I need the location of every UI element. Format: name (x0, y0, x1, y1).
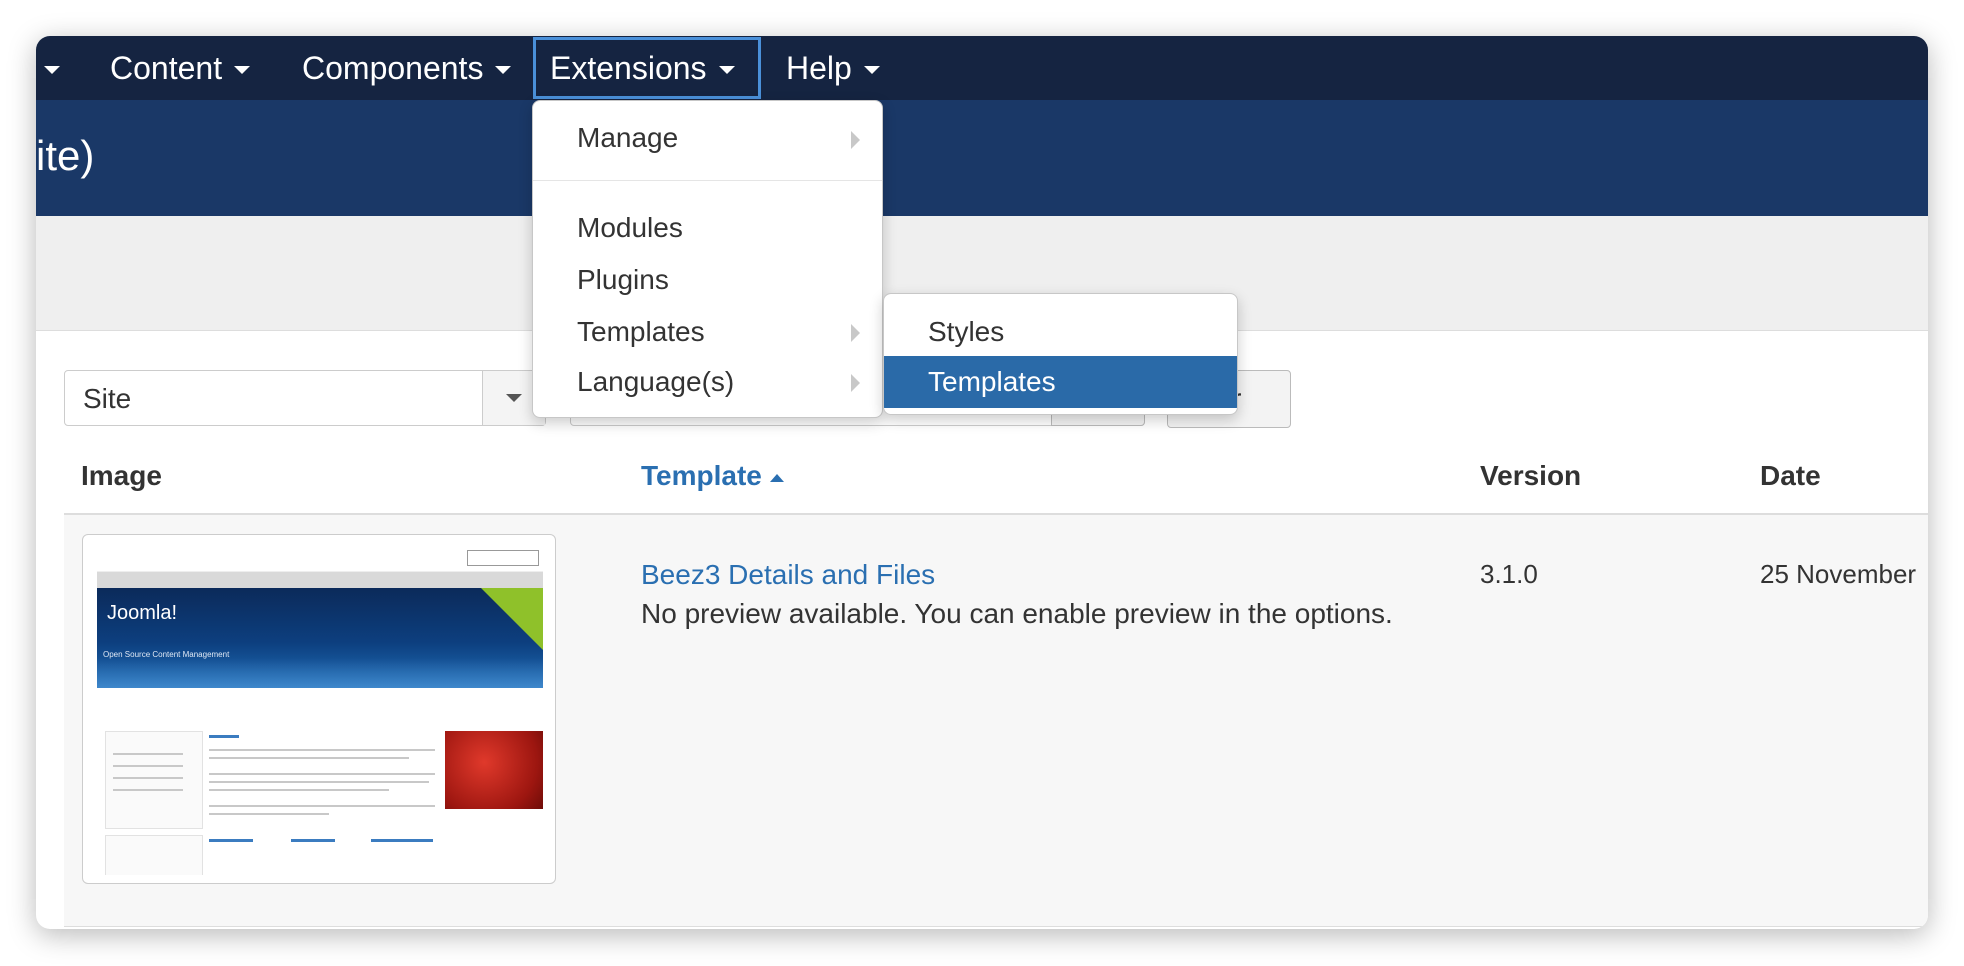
client-filter-select[interactable]: Site (64, 370, 546, 426)
column-header-version: Version (1480, 460, 1582, 491)
column-header-template-label: Template (641, 460, 762, 491)
submenu-item-templates[interactable]: Templates (884, 356, 1237, 408)
menu-item-label: Templates (577, 316, 705, 347)
top-navbar: Content Components Extensions Help (36, 36, 1928, 101)
column-header-image: Image (81, 460, 162, 491)
thumbnail-tagline: Open Source Content Management (103, 650, 230, 659)
column-header-template[interactable]: Template (641, 460, 784, 492)
template-date: 25 November (1760, 559, 1917, 589)
thumbnail-logo: Joomla! (107, 602, 178, 624)
nav-item-content[interactable]: Content (92, 36, 268, 100)
column-header-date: Date (1760, 460, 1821, 491)
chevron-right-icon (851, 131, 860, 149)
template-description: No preview available. You can enable pre… (641, 598, 1393, 629)
nav-item-help[interactable]: Help (768, 36, 898, 100)
chevron-down-icon (863, 66, 880, 74)
menu-item-label: Language(s) (577, 366, 735, 397)
chevron-down-icon (718, 66, 735, 74)
templates-submenu: Styles Templates (883, 293, 1238, 415)
nav-item-label: Components (302, 49, 484, 86)
chevron-down-icon (495, 66, 512, 74)
chevron-down-icon (44, 66, 60, 74)
chevron-right-icon (851, 324, 860, 342)
menu-divider (533, 180, 882, 181)
template-version: 3.1.0 (1480, 559, 1538, 589)
menu-item-label: Modules (577, 212, 683, 243)
nav-item-label: Extensions (550, 49, 707, 86)
extensions-dropdown-menu: Manage Modules Plugins Templates Languag… (532, 100, 883, 418)
template-preview-image: Joomla! Open Source Content Management (97, 543, 543, 875)
template-title-link[interactable]: Beez3 Details and Files (641, 559, 935, 591)
nav-item-label: Content (110, 49, 223, 86)
chevron-down-icon (234, 66, 251, 74)
table-row-divider (64, 926, 1928, 927)
submenu-item-styles[interactable]: Styles (884, 306, 1237, 358)
client-filter-value: Site (83, 383, 132, 414)
chevron-down-icon (506, 394, 522, 402)
menu-item-languages[interactable]: Language(s) (577, 366, 734, 398)
nav-item-extensions[interactable]: Extensions (532, 36, 762, 100)
menu-item-label: Manage (577, 122, 679, 153)
menu-item-modules[interactable]: Modules (577, 212, 683, 244)
template-thumbnail[interactable]: Joomla! Open Source Content Management (82, 534, 556, 884)
nav-item-partial[interactable] (36, 36, 78, 100)
nav-item-label: Help (786, 49, 852, 86)
admin-window: Content Components Extensions Help ite) … (36, 36, 1928, 929)
submenu-item-label: Styles (928, 316, 1005, 347)
menu-item-plugins[interactable]: Plugins (577, 264, 669, 296)
sort-ascending-icon (769, 473, 784, 482)
menu-item-manage[interactable]: Manage (577, 122, 678, 154)
chevron-right-icon (851, 374, 860, 392)
menu-item-templates[interactable]: Templates (577, 316, 705, 348)
page-header: ite) (36, 100, 1928, 216)
menu-item-label: Plugins (577, 264, 669, 295)
submenu-item-label: Templates (928, 366, 1056, 397)
page-title: ite) (36, 132, 95, 179)
nav-item-components[interactable]: Components (284, 36, 529, 100)
